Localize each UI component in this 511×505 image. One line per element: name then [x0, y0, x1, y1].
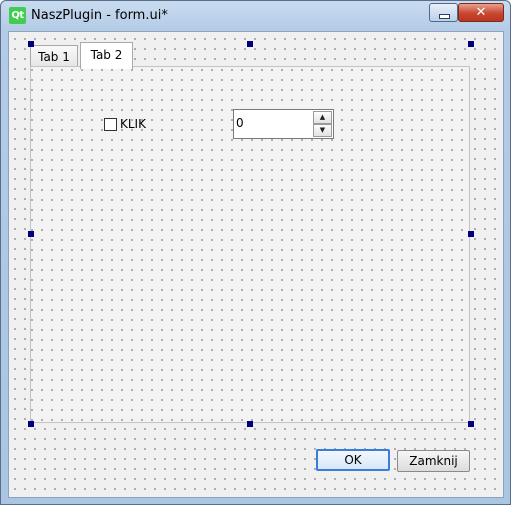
- title-bar[interactable]: Qt NaszPlugin - form.ui* ✕: [1, 1, 510, 31]
- minimize-icon: [439, 14, 450, 19]
- tab-1[interactable]: Tab 1: [30, 45, 78, 68]
- qt-logo-icon: Qt: [9, 7, 26, 24]
- spin-box[interactable]: 0 ▲ ▼: [233, 109, 334, 139]
- checkbox-label: KLIK: [120, 117, 146, 131]
- spin-box-value[interactable]: 0: [236, 116, 244, 130]
- ok-button[interactable]: OK: [316, 449, 390, 471]
- form-canvas[interactable]: Tab 1 Tab 2 KLIK 0 ▲ ▼ OK Zamknij: [8, 31, 504, 498]
- minimize-button[interactable]: [429, 3, 458, 22]
- arrow-down-icon: ▼: [319, 126, 326, 134]
- resize-handle-bottom-right[interactable]: [468, 421, 474, 427]
- resize-handle-bottom[interactable]: [247, 421, 253, 427]
- checkbox-box[interactable]: [104, 118, 117, 131]
- resize-handle-left[interactable]: [28, 231, 34, 237]
- resize-handle-top[interactable]: [247, 41, 253, 47]
- spin-down-button[interactable]: ▼: [313, 124, 332, 137]
- zamknij-button[interactable]: Zamknij: [397, 450, 470, 472]
- arrow-up-icon: ▲: [319, 113, 326, 121]
- resize-handle-top-right[interactable]: [468, 41, 474, 47]
- window-title: NaszPlugin - form.ui*: [31, 8, 168, 23]
- resize-handle-bottom-left[interactable]: [28, 421, 34, 427]
- designer-window: Qt NaszPlugin - form.ui* ✕ Tab 1 Tab 2 K…: [0, 0, 511, 505]
- spin-up-button[interactable]: ▲: [313, 111, 332, 124]
- resize-handle-top-left[interactable]: [28, 41, 34, 47]
- tab-2[interactable]: Tab 2: [80, 42, 133, 69]
- close-icon: ✕: [475, 5, 487, 20]
- tab-pane-tab-2: KLIK 0 ▲ ▼: [30, 66, 470, 423]
- resize-handle-right[interactable]: [468, 231, 474, 237]
- close-window-button[interactable]: ✕: [458, 3, 504, 22]
